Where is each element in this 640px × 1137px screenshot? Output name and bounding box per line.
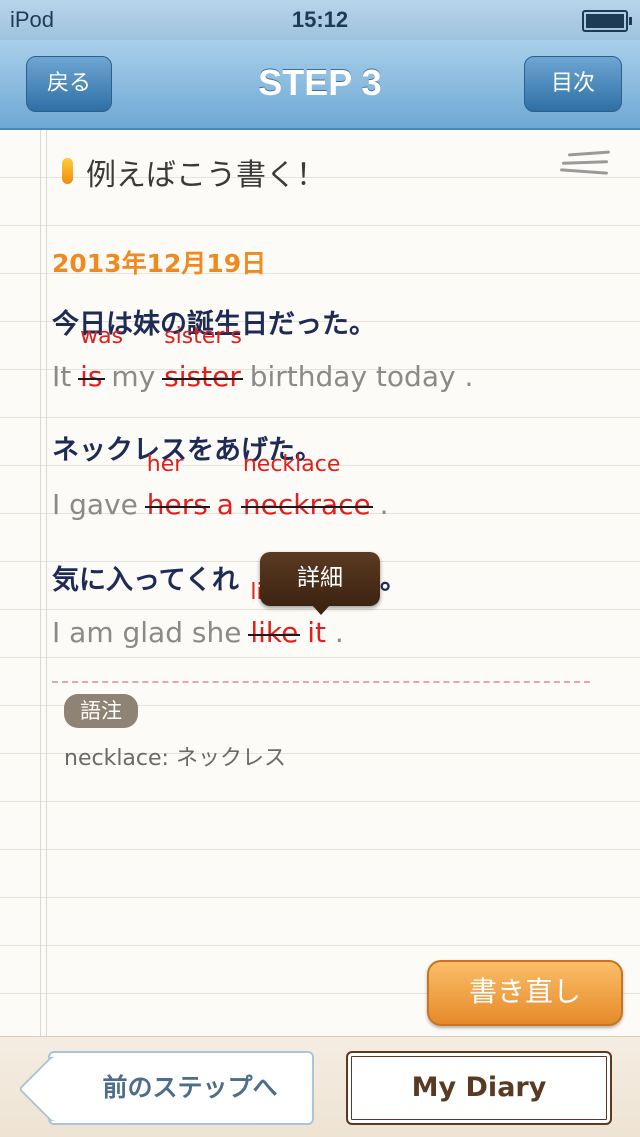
struck-word: neckrace [242, 488, 371, 521]
english-sentence-3: I am glad she likeliked it . [52, 580, 344, 649]
notes-divider [52, 681, 590, 683]
corrected-word: is was [80, 324, 123, 393]
sentence-text: birthday today . [240, 360, 474, 393]
rewrite-button[interactable]: 書き直し [427, 960, 623, 1026]
previous-step-button[interactable]: 前のステップへ [48, 1051, 314, 1125]
struck-word: hers [146, 488, 208, 521]
bottom-toolbar: 前のステップへ My Diary [0, 1036, 640, 1137]
english-sentence-2: I gave hers her a neckrace necklace . [52, 452, 389, 521]
struck-word: sister [164, 360, 241, 393]
inserted-word: it [307, 616, 327, 649]
correction-label: her [146, 452, 184, 477]
japanese-sentence-3-start: 気に入ってくれ [52, 565, 239, 596]
status-bar: iPod 15:12 [0, 0, 640, 40]
corrected-word: sister sister's [164, 324, 242, 393]
inserted-word: a [216, 488, 234, 521]
sentence-text: I gave [52, 488, 147, 521]
sentence-text [208, 488, 217, 521]
vocabulary-note: necklace: ネックレス [64, 746, 286, 771]
section-heading: 例えばこう書く！ [86, 158, 326, 193]
vocabulary-notes-badge: 語注 [64, 694, 138, 728]
navigation-bar: 戻る STEP 3 目次 [0, 40, 640, 130]
english-sentence-1: It is was my sister sister's birthday toda… [52, 324, 474, 393]
correction-label: sister's [164, 324, 242, 349]
battery-icon [582, 10, 632, 32]
sentence-text: I am glad she [52, 616, 251, 649]
previous-step-label: 前のステップへ [102, 1073, 278, 1102]
sentence-text: . [326, 616, 344, 649]
table-of-contents-button[interactable]: 目次 [524, 56, 622, 112]
details-tooltip[interactable]: 詳細 [260, 552, 380, 615]
pencil-lines-icon [559, 148, 611, 178]
corrected-word: likeliked [250, 580, 302, 649]
struck-word: is [80, 360, 103, 393]
entry-date: 2013年12月19日 [52, 249, 267, 278]
heading-marker-icon [62, 158, 73, 184]
sentence-text: . [370, 488, 389, 521]
corrected-word: hers her [146, 452, 208, 521]
sentence-text [234, 488, 243, 521]
struck-word: like [250, 616, 299, 649]
my-diary-button[interactable]: My Diary [346, 1051, 612, 1125]
clock: 15:12 [291, 7, 349, 32]
correction-label: necklace [242, 452, 341, 477]
correction-label: was [80, 324, 124, 349]
corrected-word: neckrace necklace [242, 452, 371, 521]
sentence-text [298, 616, 307, 649]
sentence-text: It [52, 360, 81, 393]
sentence-text: my [102, 360, 165, 393]
